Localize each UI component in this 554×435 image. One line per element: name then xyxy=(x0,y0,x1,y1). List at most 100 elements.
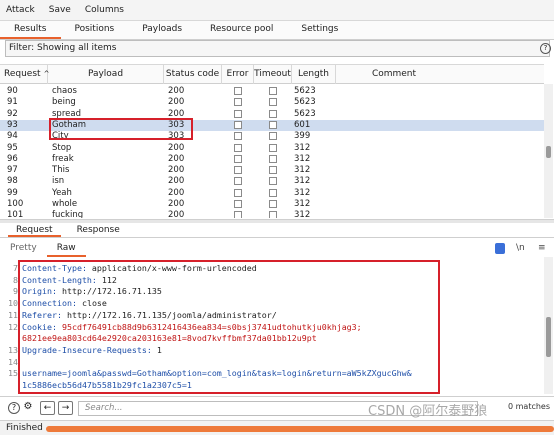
tab-response[interactable]: Response xyxy=(69,223,128,237)
column-request[interactable]: Request ^ xyxy=(0,65,49,84)
cell-request: 101 xyxy=(7,210,24,218)
viewer-subtabs: Pretty Raw xyxy=(0,240,554,257)
error-checkbox[interactable] xyxy=(234,177,242,186)
timeout-checkbox[interactable] xyxy=(269,98,277,107)
column-timeout[interactable]: Timeout xyxy=(254,65,292,84)
error-checkbox[interactable] xyxy=(234,166,242,175)
table-row[interactable]: 96 freak 200 312 xyxy=(0,154,544,165)
line-number: 14 xyxy=(8,356,18,367)
cell-length: 312 xyxy=(294,187,311,198)
error-checkbox[interactable] xyxy=(234,143,242,152)
cell-payload: whole xyxy=(52,199,78,209)
tab-resource-pool[interactable]: Resource pool xyxy=(196,21,287,39)
cell-status-code: 200 xyxy=(168,176,185,187)
cell-length: 312 xyxy=(294,176,311,187)
menu-columns[interactable]: Columns xyxy=(85,5,124,15)
back-arrow-icon[interactable]: ← xyxy=(40,401,55,415)
table-row[interactable]: 97 This 200 312 xyxy=(0,165,544,176)
cell-payload: freak xyxy=(52,153,74,164)
timeout-checkbox[interactable] xyxy=(269,177,277,186)
cell-request: 100 xyxy=(7,199,24,209)
table-row[interactable]: 101 fucking 200 312 xyxy=(0,210,544,218)
cell-payload: Stop xyxy=(52,142,72,153)
column-comment[interactable]: Comment xyxy=(336,65,452,84)
newline-toggle-icon[interactable]: \n xyxy=(516,243,525,254)
cell-payload: fucking xyxy=(52,210,84,218)
cell-length: 399 xyxy=(294,131,311,142)
filter-bar[interactable]: Filter: Showing all items xyxy=(5,40,550,57)
column-length[interactable]: Length xyxy=(292,65,336,84)
error-checkbox[interactable] xyxy=(234,211,242,218)
timeout-checkbox[interactable] xyxy=(269,200,277,208)
table-row[interactable]: 95 Stop 200 312 xyxy=(0,143,544,154)
line-number: 11 xyxy=(8,309,18,320)
help-icon[interactable]: ? xyxy=(8,402,20,414)
table-row[interactable]: 100 whole 200 312 xyxy=(0,199,544,210)
editor-scrollbar[interactable] xyxy=(544,257,553,394)
timeout-checkbox[interactable] xyxy=(269,188,277,197)
status-text: Finished xyxy=(6,423,43,433)
table-row[interactable]: 99 Yeah 200 312 xyxy=(0,188,544,199)
timeout-checkbox[interactable] xyxy=(269,154,277,163)
match-count: 0 matches xyxy=(508,402,551,411)
cell-request: 94 xyxy=(7,131,18,142)
cell-payload: chaos xyxy=(52,86,77,96)
menu-attack[interactable]: Attack xyxy=(6,5,35,15)
forward-arrow-icon[interactable]: → xyxy=(58,401,73,415)
tab-positions[interactable]: Positions xyxy=(61,21,129,39)
error-checkbox[interactable] xyxy=(234,132,242,141)
cell-length: 312 xyxy=(294,199,311,209)
cell-length: 5623 xyxy=(294,108,316,119)
cell-status-code: 200 xyxy=(168,153,185,164)
error-checkbox[interactable] xyxy=(234,109,242,118)
cell-request: 96 xyxy=(7,153,18,164)
column-payload[interactable]: Payload xyxy=(48,65,164,84)
error-checkbox[interactable] xyxy=(234,154,242,163)
table-row[interactable]: 98 isn 200 312 xyxy=(0,176,544,187)
line-number: 9 xyxy=(13,286,18,297)
tab-settings[interactable]: Settings xyxy=(287,21,352,39)
scrollbar-thumb[interactable] xyxy=(546,146,551,158)
error-checkbox[interactable] xyxy=(234,188,242,197)
tab-results[interactable]: Results xyxy=(0,21,61,39)
cell-length: 601 xyxy=(294,119,311,130)
status-bar: Finished xyxy=(0,420,554,435)
menu-save[interactable]: Save xyxy=(49,5,71,15)
cell-status-code: 200 xyxy=(168,86,185,96)
column-status-code[interactable]: Status code xyxy=(164,65,222,84)
error-checkbox[interactable] xyxy=(234,120,242,129)
tab-request[interactable]: Request xyxy=(8,223,61,237)
error-checkbox[interactable] xyxy=(234,200,242,208)
results-scrollbar[interactable] xyxy=(544,84,553,218)
cell-length: 312 xyxy=(294,153,311,164)
settings-gear-icon[interactable]: ⚙ xyxy=(22,402,34,414)
cell-length: 5623 xyxy=(294,86,316,96)
error-checkbox[interactable] xyxy=(234,87,242,95)
table-row[interactable]: 90 chaos 200 5623 xyxy=(0,86,544,97)
highlight-box-request xyxy=(18,260,440,394)
cell-length: 312 xyxy=(294,165,311,176)
timeout-checkbox[interactable] xyxy=(269,166,277,175)
table-row[interactable]: 91 being 200 5623 xyxy=(0,97,544,108)
tab-payloads[interactable]: Payloads xyxy=(128,21,196,39)
timeout-checkbox[interactable] xyxy=(269,87,277,95)
cell-status-code: 200 xyxy=(168,165,185,176)
cell-request: 98 xyxy=(7,176,18,187)
list-view-icon[interactable] xyxy=(495,243,505,254)
menu-icon[interactable]: ≡ xyxy=(538,243,546,254)
line-number: 10 xyxy=(8,298,18,309)
timeout-checkbox[interactable] xyxy=(269,132,277,141)
help-icon[interactable]: ? xyxy=(540,43,551,54)
subtab-pretty[interactable]: Pretty xyxy=(0,240,47,257)
timeout-checkbox[interactable] xyxy=(269,211,277,218)
cell-status-code: 200 xyxy=(168,210,185,218)
error-checkbox[interactable] xyxy=(234,98,242,107)
timeout-checkbox[interactable] xyxy=(269,143,277,152)
timeout-checkbox[interactable] xyxy=(269,109,277,118)
progress-bar xyxy=(46,426,554,432)
subtab-raw[interactable]: Raw xyxy=(46,240,86,257)
editor-scrollbar-thumb[interactable] xyxy=(546,317,551,357)
results-table-body: 90 chaos 200 5623 91 being 200 5623 92 spread 200 5… xyxy=(0,84,544,218)
column-error[interactable]: Error xyxy=(222,65,254,84)
timeout-checkbox[interactable] xyxy=(269,120,277,129)
